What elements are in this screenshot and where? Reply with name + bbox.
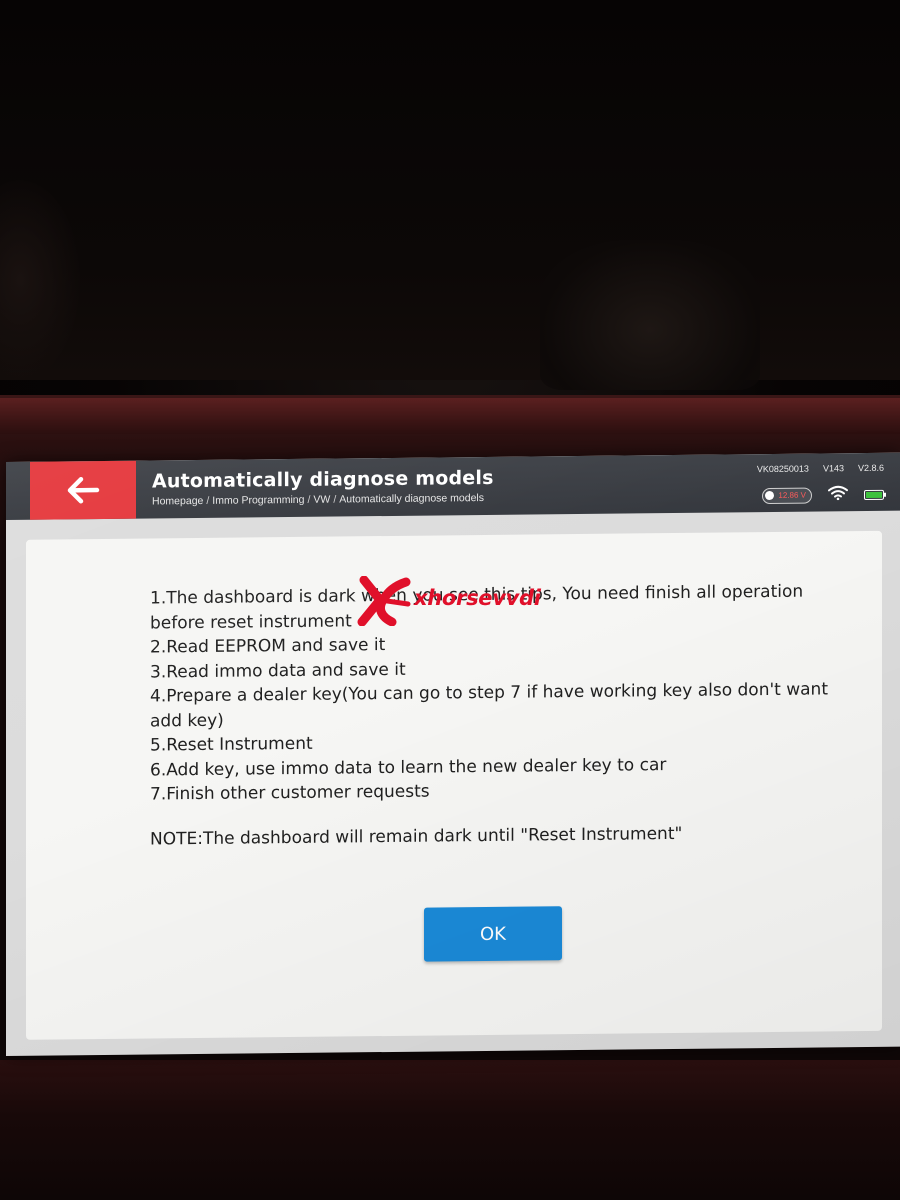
photo-scene: Automatically diagnose models Homepage / I… [0,0,900,1200]
device-bezel-top-edge [0,398,900,434]
firmware-version: V143 [822,463,844,474]
app-header: Automatically diagnose models Homepage / I… [6,452,900,520]
battery-level-fill [866,491,882,498]
breadcrumb-separator: / [333,493,337,506]
page-title: Automatically diagnose models [152,466,494,493]
breadcrumb-vw[interactable]: VW [313,494,330,506]
breadcrumb-immo-programming[interactable]: Immo Programming [212,494,304,507]
back-button[interactable] [30,460,136,520]
breadcrumb-current: Automatically diagnose models [339,491,485,506]
arrow-left-icon [65,476,101,504]
device-bezel-bottom [0,1060,900,1200]
ok-button[interactable]: OK [424,906,562,962]
title-block: Automatically diagnose models Homepage / I… [152,467,494,508]
dashboard-note: NOTE:The dashboard will remain dark unti… [150,823,683,849]
voltage-indicator-icon [765,490,775,501]
dashboard-vent-shape [540,240,760,390]
device-screen: Automatically diagnose models Homepage / I… [6,452,900,1057]
car-dashboard-background [0,0,900,380]
breadcrumb-separator: / [206,494,210,507]
battery-icon [864,489,884,500]
watermark-text: xhorsevvdi [414,586,541,610]
wifi-icon [828,485,848,504]
voltage-value: 12.86 V [778,490,806,500]
breadcrumb-separator: / [307,493,311,506]
voltage-badge: 12.86 V [762,487,812,504]
xhorsevvdi-watermark: xhorsevvdi [350,576,560,626]
device-info-row: VK08250013 V143 V2.8.6 [757,463,884,474]
app-version: V2.8.6 [857,462,884,474]
device-id: VK08250013 [756,463,809,475]
status-area: VK08250013 V143 V2.8.6 12.86 V [724,461,884,509]
breadcrumb-homepage[interactable]: Homepage [152,495,203,508]
status-icons-row: 12.86 V [762,485,884,505]
breadcrumb: Homepage / Immo Programming / VW / Automatical… [152,491,494,508]
